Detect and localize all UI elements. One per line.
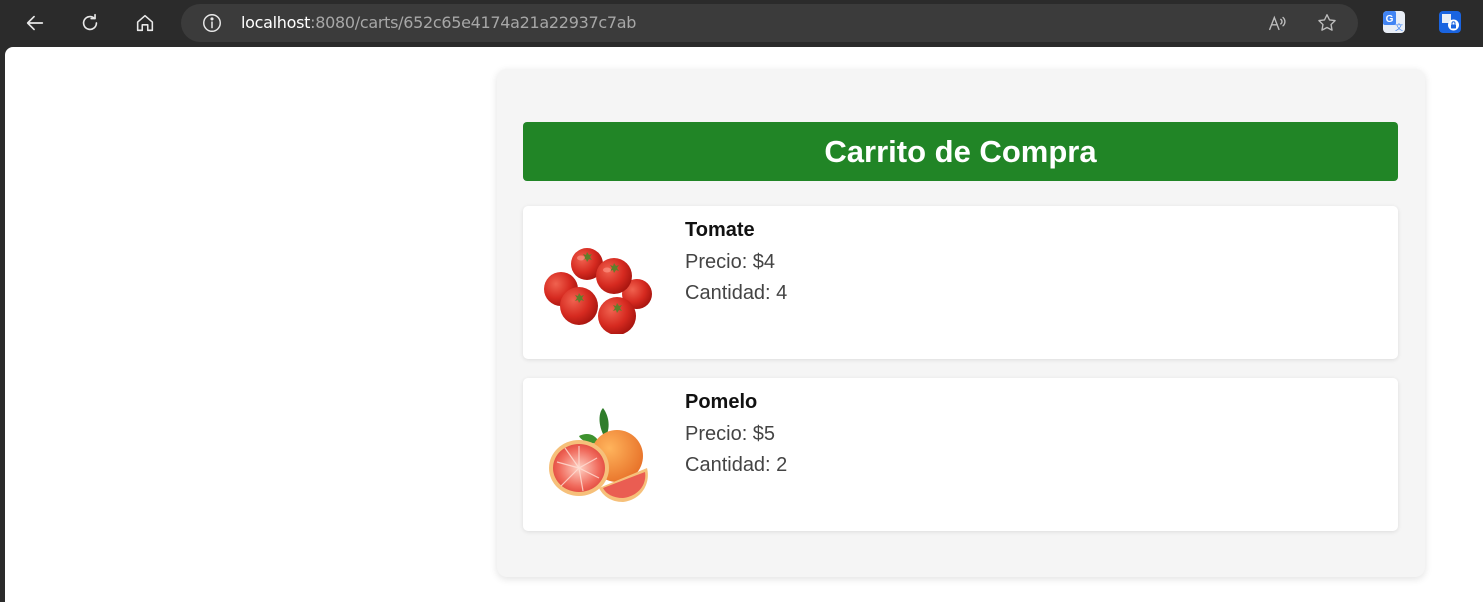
read-aloud-icon[interactable] [1267,12,1289,34]
item-name: Pomelo [685,391,758,413]
info-icon[interactable] [201,12,223,34]
svg-text:文: 文 [1395,22,1403,32]
favorite-star-icon[interactable] [1316,12,1338,34]
url-text[interactable]: localhost:8080/carts/652c65e4174a21a2293… [241,13,636,32]
home-icon [136,14,154,32]
address-bar[interactable]: localhost:8080/carts/652c65e4174a21a2293… [181,4,1358,42]
item-quantity: Cantidad: 4 [685,282,788,304]
refresh-icon [82,13,98,31]
cart-item-tomate: Tomate Precio: $4 Cantidad: 4 [523,206,1398,359]
grapefruit-image [549,408,648,502]
svg-text:G: G [1386,14,1394,25]
url-path: :8080/carts/652c65e4174a21a22937c7ab [310,13,637,32]
shield-extension-icon[interactable] [1439,11,1461,33]
back-icon [26,15,44,31]
browser-toolbar: localhost:8080/carts/652c65e4174a21a2293… [0,0,1483,46]
cart-title: Carrito de Compra [523,122,1398,181]
translate-extension-icon[interactable]: G 文 [1383,11,1405,33]
tomatoes-image [544,248,652,334]
url-host: localhost [241,13,311,32]
refresh-button[interactable] [74,7,106,39]
cart-item-pomelo: Pomelo Precio: $5 Cantidad: 2 [523,378,1398,531]
item-price: Precio: $5 [685,423,776,445]
item-price: Precio: $4 [685,251,776,273]
item-name: Tomate [685,219,755,241]
back-button[interactable] [19,7,51,39]
home-button[interactable] [129,7,161,39]
cart-panel: Carrito de Compra Tomate Precio: $4 Cant… [497,69,1425,577]
page-viewport: Carrito de Compra Tomate Precio: $4 Cant… [5,47,1483,602]
item-quantity: Cantidad: 2 [685,454,788,476]
